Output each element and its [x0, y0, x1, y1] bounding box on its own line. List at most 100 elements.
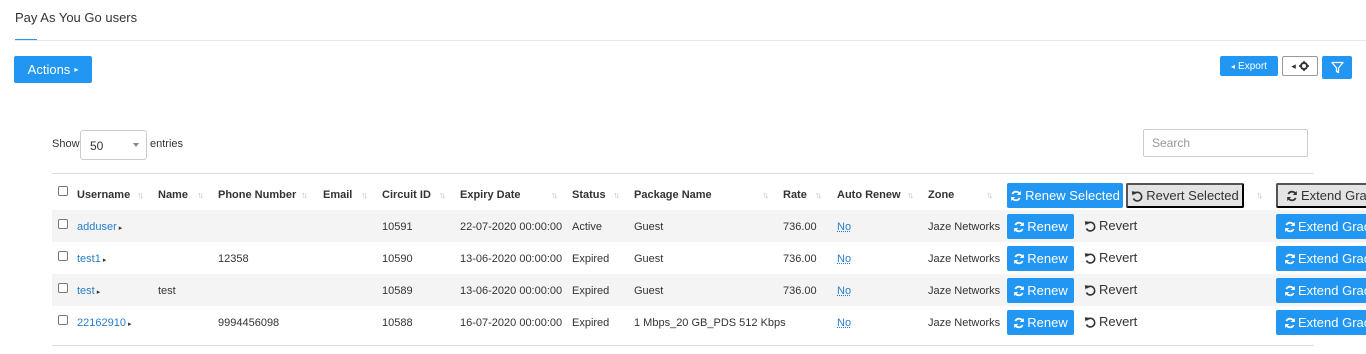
col-username[interactable]: Username — [77, 189, 130, 201]
extend-grace-button[interactable]: Extend Grac — [1276, 246, 1366, 271]
revert-button[interactable]: Revert — [1084, 314, 1137, 329]
col-zone[interactable]: Zone — [928, 189, 954, 201]
revert-label: Revert — [1099, 250, 1138, 265]
actions-button[interactable]: Actions ▸ — [14, 56, 92, 83]
header-divider — [52, 173, 1314, 174]
sort-icon[interactable]: ↑↓ — [301, 190, 308, 200]
sort-icon[interactable]: ↑↓ — [551, 190, 558, 200]
package-cell: 1 Mbps_20 GB_PDS 512 Kbps — [634, 317, 786, 329]
column-settings-button[interactable]: ◂ — [1282, 56, 1318, 76]
username-cell[interactable]: test ▸ — [77, 285, 100, 297]
caret-right-icon[interactable]: ▸ — [103, 257, 107, 264]
auto-renew-toggle[interactable]: No — [837, 221, 851, 233]
renew-button[interactable]: Renew — [1007, 278, 1074, 303]
undo-icon — [1084, 316, 1096, 328]
sort-icon[interactable]: ↑↓ — [439, 190, 446, 200]
col-auto-renew[interactable]: Auto Renew — [837, 189, 901, 201]
username-link[interactable]: 22162910 — [77, 317, 126, 329]
username-link[interactable]: test1 — [77, 253, 101, 265]
row-checkbox[interactable] — [58, 219, 68, 229]
entries-label: entries — [150, 138, 184, 150]
col-rate[interactable]: Rate — [783, 189, 807, 201]
username-link[interactable]: test — [77, 285, 95, 297]
sort-icon[interactable]: ↑↓ — [1256, 190, 1263, 200]
rate-cell: 736.00 — [783, 253, 817, 265]
col-phone-number[interactable]: Phone Number — [218, 189, 296, 201]
sort-icon[interactable]: ↑↓ — [907, 190, 914, 200]
circuit-id-cell: 10588 — [382, 317, 413, 329]
revert-button[interactable]: Revert — [1084, 282, 1137, 297]
export-label: Export — [1238, 60, 1267, 72]
search-input[interactable] — [1143, 129, 1308, 157]
sort-icon[interactable]: ↑↓ — [986, 190, 993, 200]
col-expiry-date[interactable]: Expiry Date — [460, 189, 521, 201]
undo-icon — [1084, 284, 1096, 296]
caret-right-icon[interactable]: ▸ — [97, 289, 101, 296]
undo-icon — [1131, 190, 1143, 202]
title-divider — [15, 40, 1366, 41]
page-size-select[interactable]: 50 — [80, 130, 147, 160]
undo-icon — [1084, 252, 1096, 264]
renew-label: Renew — [1027, 283, 1068, 298]
phone-cell: 9994456098 — [218, 317, 280, 329]
extend-grace-button[interactable]: Extend Grac — [1276, 214, 1366, 239]
col-name[interactable]: Name — [158, 189, 188, 201]
row-checkbox[interactable] — [58, 315, 68, 325]
renew-selected-button[interactable]: Renew Selected — [1007, 183, 1123, 208]
renew-button[interactable]: Renew — [1007, 310, 1074, 335]
username-link[interactable]: adduser — [77, 221, 117, 233]
revert-button[interactable]: Revert — [1084, 250, 1137, 265]
table-row: test1 ▸ 12358 10590 13-06-2020 00:00:00 Expir… — [52, 242, 1366, 274]
extend-grace-label: Extend Grac — [1298, 251, 1366, 266]
export-button[interactable]: ◂ Export — [1220, 56, 1278, 76]
select-all-checkbox[interactable] — [58, 186, 68, 196]
package-cell: Guest — [634, 285, 664, 297]
auto-renew-toggle[interactable]: No — [837, 317, 851, 329]
username-cell[interactable]: 22162910 ▸ — [77, 317, 131, 329]
sort-icon[interactable]: ↑↓ — [137, 190, 144, 200]
sort-icon[interactable]: ↑↓ — [197, 190, 204, 200]
zone-cell: Jaze Networks — [928, 317, 1001, 329]
table-row: test ▸ test 10589 13-06-2020 00:00:00 Expired… — [52, 274, 1366, 306]
name-cell: test — [158, 285, 176, 297]
caret-right-icon[interactable]: ▸ — [128, 321, 132, 328]
auto-renew-toggle[interactable]: No — [837, 253, 851, 265]
circuit-id-cell: 10590 — [382, 253, 413, 265]
gear-icon — [1298, 61, 1309, 71]
page-size-value: 50 — [90, 139, 104, 153]
col-status[interactable]: Status — [572, 189, 606, 201]
table-row: 22162910 ▸ 9994456098 10588 16-07-2020 00:00… — [52, 306, 1366, 338]
expiry-cell: 13-06-2020 00:00:00 — [460, 285, 563, 297]
caret-right-icon[interactable]: ▸ — [119, 225, 123, 232]
row-checkbox[interactable] — [58, 251, 68, 261]
auto-renew-toggle[interactable]: No — [837, 285, 851, 297]
username-cell[interactable]: adduser ▸ — [77, 221, 122, 233]
caret-right-icon: ▸ — [74, 65, 79, 74]
sort-icon[interactable]: ↑↓ — [361, 190, 368, 200]
sort-icon[interactable]: ↑↓ — [762, 190, 769, 200]
col-package-name[interactable]: Package Name — [634, 189, 712, 201]
refresh-icon — [1013, 285, 1025, 297]
extend-grace-button[interactable]: Extend Grac — [1276, 310, 1366, 335]
expiry-cell: 16-07-2020 00:00:00 — [460, 317, 563, 329]
sort-icon[interactable]: ↑↓ — [613, 190, 620, 200]
refresh-icon — [1013, 253, 1025, 265]
table-bottom-divider — [52, 345, 1314, 346]
username-cell[interactable]: test1 ▸ — [77, 253, 106, 265]
refresh-icon — [1284, 221, 1296, 233]
rate-cell: 736.00 — [783, 285, 817, 297]
extend-grace-button[interactable]: Extend Grac — [1276, 278, 1366, 303]
row-checkbox[interactable] — [58, 283, 68, 293]
refresh-icon — [1284, 285, 1296, 297]
col-email[interactable]: Email — [323, 189, 352, 201]
renew-button[interactable]: Renew — [1007, 246, 1074, 271]
renew-label: Renew — [1027, 251, 1068, 266]
col-circuit-id[interactable]: Circuit ID — [382, 189, 431, 201]
extend-grace-all-button[interactable]: Extend Grac — [1276, 183, 1366, 208]
circuit-id-cell: 10589 — [382, 285, 413, 297]
renew-button[interactable]: Renew — [1007, 214, 1074, 239]
revert-button[interactable]: Revert — [1084, 218, 1137, 233]
filter-button[interactable] — [1322, 56, 1352, 79]
sort-icon[interactable]: ↑↓ — [815, 190, 822, 200]
revert-selected-button[interactable]: Revert Selected — [1126, 183, 1244, 208]
